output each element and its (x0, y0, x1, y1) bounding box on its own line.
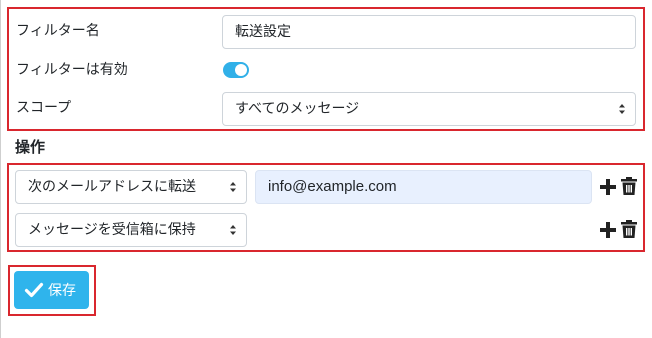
scope-select-value: すべてのメッセージ (235, 101, 360, 117)
trash-icon[interactable] (620, 219, 638, 239)
select-caret-icon (230, 182, 236, 192)
scope-select[interactable]: すべてのメッセージ (222, 92, 636, 126)
filter-enabled-toggle[interactable] (223, 62, 249, 78)
scope-label: スコープ (16, 100, 72, 116)
action-select-value: 次のメールアドレスに転送 (28, 179, 196, 195)
page-left-border (0, 0, 1, 338)
plus-icon[interactable] (599, 177, 617, 197)
save-button[interactable]: 保存 (14, 271, 89, 309)
actions-title: 操作 (15, 138, 46, 156)
toggle-knob (235, 64, 247, 76)
forward-address-input[interactable]: info@example.com (255, 170, 592, 204)
plus-icon[interactable] (599, 220, 617, 240)
select-caret-icon (619, 104, 625, 114)
select-caret-icon (230, 225, 236, 235)
check-icon (24, 282, 44, 298)
save-button-label: 保存 (48, 283, 76, 299)
action-select-keep[interactable]: メッセージを受信箱に保持 (15, 213, 247, 247)
action-select-value: メッセージを受信箱に保持 (28, 222, 196, 238)
action-select-forward[interactable]: 次のメールアドレスに転送 (15, 170, 247, 204)
filter-name-input[interactable]: 転送設定 (222, 15, 636, 49)
trash-icon[interactable] (620, 176, 638, 196)
filter-name-label: フィルター名 (16, 23, 100, 39)
filter-enabled-label: フィルターは有効 (16, 62, 128, 78)
